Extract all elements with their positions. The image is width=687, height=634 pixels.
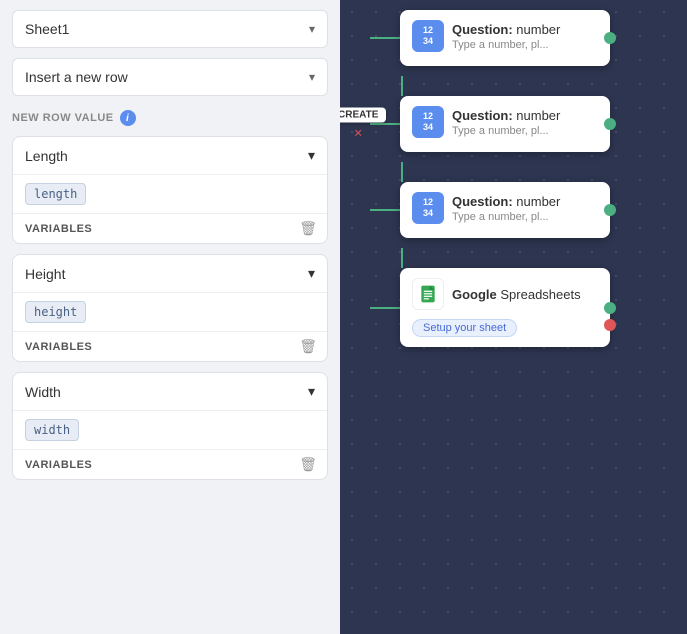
connector-gs [370, 307, 400, 309]
create-close-icon[interactable]: × [340, 125, 386, 141]
node-1-output-dot [604, 32, 616, 44]
connector-1 [370, 37, 400, 39]
height-footer: VARIABLES 🗑 [13, 331, 327, 361]
node-google-sheets[interactable]: Google Spreadsheets Setup your sheet [400, 268, 610, 347]
node-question-3[interactable]: 1234 Question: number Type a number, pl.… [400, 182, 610, 238]
length-delete-icon[interactable]: 🗑 [299, 220, 317, 237]
height-variable-tag: height [25, 301, 86, 323]
setup-badge[interactable]: Setup your sheet [412, 319, 517, 337]
width-field-block: Width ▾ width VARIABLES 🗑 [12, 372, 328, 480]
length-field-label: Length [25, 148, 68, 164]
length-variable-tag: length [25, 183, 86, 205]
length-footer: VARIABLES 🗑 [13, 213, 327, 243]
height-field-input-area: height [13, 293, 327, 331]
length-chevron-icon: ▾ [308, 147, 315, 164]
flow-row-1: 1234 Question: number Type a number, pl.… [370, 10, 610, 66]
node-3-title: Question: number [452, 194, 560, 209]
node-2-title: Question: number [452, 108, 560, 123]
height-field-select[interactable]: Height ▾ [13, 255, 327, 293]
action-value: Insert a new row [25, 69, 128, 85]
width-footer: VARIABLES 🗑 [13, 449, 327, 479]
flow-row-gs: Google Spreadsheets Setup your sheet [370, 268, 610, 347]
node-2-header: 1234 Question: number Type a number, pl.… [412, 106, 598, 138]
info-icon[interactable]: i [120, 110, 136, 126]
height-field-label: Height [25, 266, 65, 282]
sheet-chevron-icon: ▾ [309, 22, 315, 36]
width-field-select[interactable]: Width ▾ [13, 373, 327, 411]
length-field-input-area: length [13, 175, 327, 213]
flow-container: 1234 Question: number Type a number, pl.… [370, 10, 610, 357]
node-question-1[interactable]: 1234 Question: number Type a number, pl.… [400, 10, 610, 66]
section-label: NEW ROW VALUE i [12, 110, 328, 126]
node-gs-output-dot [604, 302, 616, 314]
length-field-select[interactable]: Length ▾ [13, 137, 327, 175]
node-question-2[interactable]: 1234 Question: number Type a number, pl.… [400, 96, 610, 152]
action-selector[interactable]: Insert a new row ▾ [12, 58, 328, 96]
create-overlay[interactable]: CREATE × [340, 108, 386, 141]
sheet-selector[interactable]: Sheet1 ▾ [12, 10, 328, 48]
node-gs-title: Google Spreadsheets [452, 287, 581, 302]
node-1-icon: 1234 [412, 20, 444, 52]
width-chevron-icon: ▾ [308, 383, 315, 400]
node-2-output-dot [604, 118, 616, 130]
google-sheets-icon [412, 278, 444, 310]
width-variables-button[interactable]: VARIABLES [25, 459, 92, 471]
create-label: CREATE [340, 110, 378, 121]
height-variables-button[interactable]: VARIABLES [25, 341, 92, 353]
width-delete-icon[interactable]: 🗑 [299, 456, 317, 473]
node-1-title: Question: number [452, 22, 560, 37]
flow-row-2: 1234 Question: number Type a number, pl.… [370, 96, 610, 152]
node-gs-error-dot [604, 319, 616, 331]
node-1-subtitle: Type a number, pl... [452, 39, 560, 51]
node-3-subtitle: Type a number, pl... [452, 211, 560, 223]
width-variable-tag: width [25, 419, 79, 441]
action-chevron-icon: ▾ [309, 70, 315, 84]
connector-3 [370, 209, 400, 211]
left-panel: Sheet1 ▾ Insert a new row ▾ NEW ROW VALU… [0, 0, 340, 634]
node-gs-header: Google Spreadsheets [412, 278, 598, 310]
length-field-block: Length ▾ length VARIABLES 🗑 [12, 136, 328, 244]
sheet-value: Sheet1 [25, 21, 69, 37]
width-field-input-area: width [13, 411, 327, 449]
right-panel: 1234 Question: number Type a number, pl.… [340, 0, 687, 634]
node-3-icon: 1234 [412, 192, 444, 224]
node-1-header: 1234 Question: number Type a number, pl.… [412, 20, 598, 52]
height-field-block: Height ▾ height VARIABLES 🗑 [12, 254, 328, 362]
node-3-header: 1234 Question: number Type a number, pl.… [412, 192, 598, 224]
node-2-icon: 1234 [412, 106, 444, 138]
node-2-subtitle: Type a number, pl... [452, 125, 560, 137]
height-delete-icon[interactable]: 🗑 [299, 338, 317, 355]
height-chevron-icon: ▾ [308, 265, 315, 282]
width-field-label: Width [25, 384, 61, 400]
node-3-output-dot [604, 204, 616, 216]
length-variables-button[interactable]: VARIABLES [25, 223, 92, 235]
flow-row-3: 1234 Question: number Type a number, pl.… [370, 182, 610, 238]
